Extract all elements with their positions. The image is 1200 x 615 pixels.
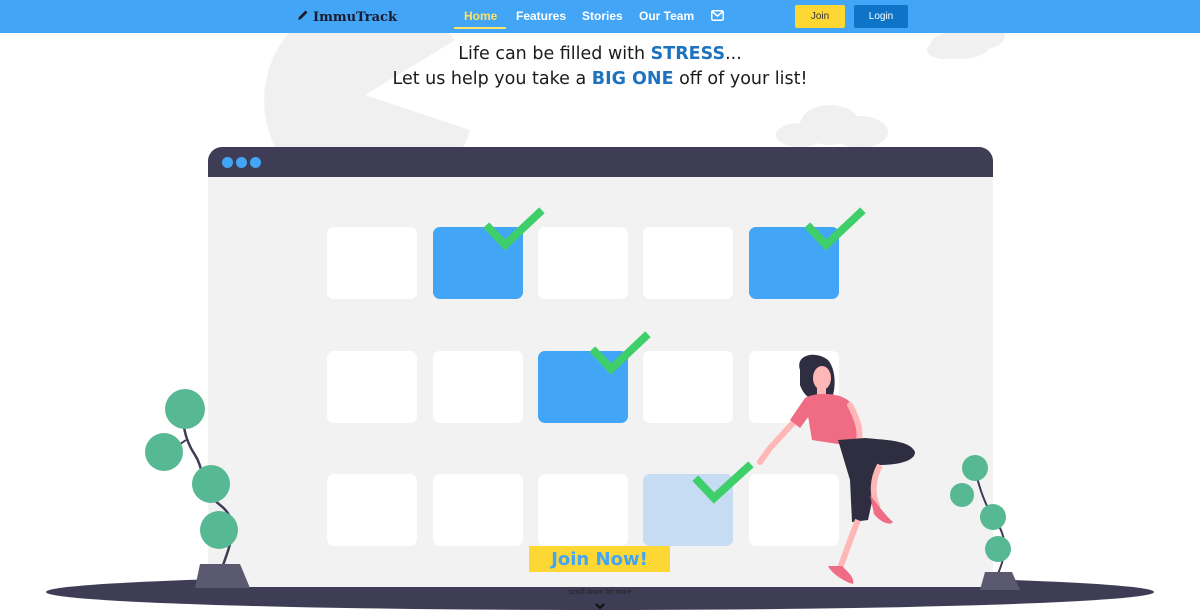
woman-illustration xyxy=(757,354,915,584)
hero-illustration xyxy=(145,207,1020,590)
chevron-down-icon[interactable] xyxy=(595,597,605,615)
checkmark-icon xyxy=(483,207,545,251)
scroll-hint: scroll down for more xyxy=(568,589,632,596)
checkmark-icon xyxy=(589,331,651,375)
checkmark-icon xyxy=(692,461,754,504)
plant-right-icon xyxy=(950,455,1020,590)
checkmark-icon xyxy=(804,207,866,251)
plant-left-icon xyxy=(145,389,250,588)
join-now-button[interactable]: Join Now! xyxy=(529,546,670,572)
